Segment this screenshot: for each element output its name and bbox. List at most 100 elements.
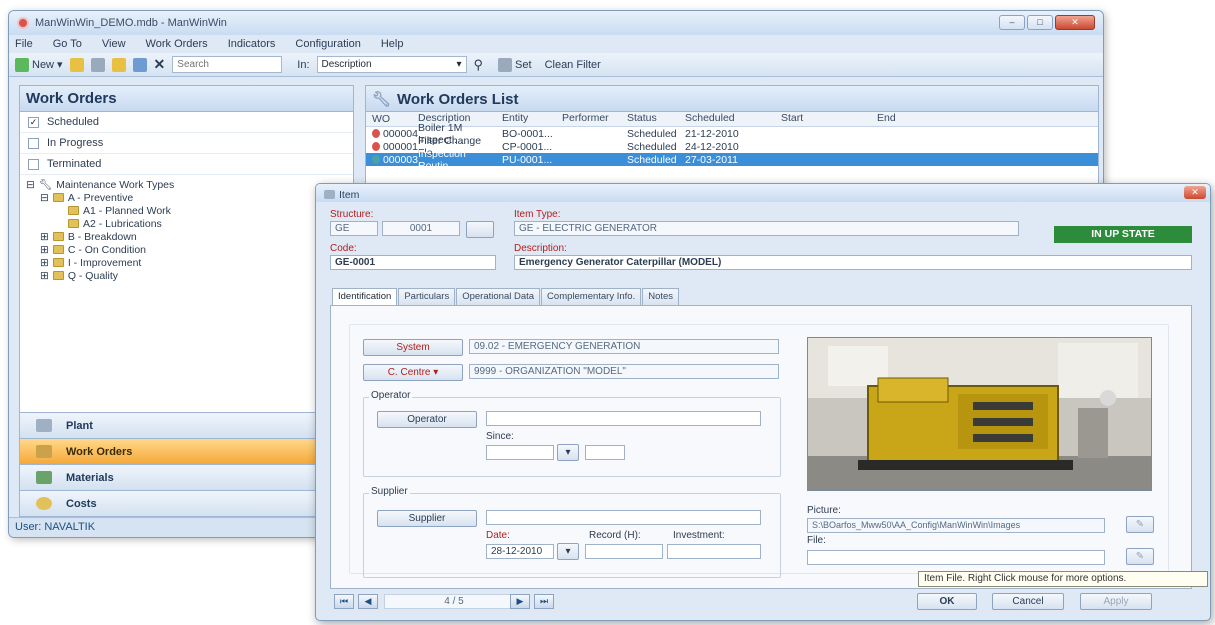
picture-path-field[interactable]: S:\BOarfos_Mww50\AA_Config\ManWinWin\Ima…: [807, 518, 1105, 533]
nav-buttons: Plant Work Orders Materials Costs: [20, 412, 353, 516]
structure-lookup-button[interactable]: [466, 221, 494, 238]
edit-icon[interactable]: [111, 57, 126, 72]
checkbox[interactable]: [28, 158, 39, 170]
structure-number-field[interactable]: 0001: [382, 221, 460, 236]
system-field[interactable]: 09.02 - EMERGENCY GENERATION: [469, 339, 779, 354]
checkbox-checked[interactable]: ✓: [28, 116, 39, 128]
collapse-icon[interactable]: ⊟: [26, 179, 35, 191]
open-folder-icon[interactable]: [69, 57, 84, 72]
apply-button[interactable]: Apply: [1080, 593, 1152, 610]
checkbox[interactable]: [28, 137, 39, 149]
item-type-field[interactable]: GE - ELECTRIC GENERATOR: [514, 221, 1019, 236]
search-icon[interactable]: ⚲: [474, 57, 484, 73]
collapse-icon[interactable]: ⊟: [40, 192, 49, 204]
tree-item[interactable]: ⊞ C - On Condition: [26, 243, 353, 256]
print-icon[interactable]: [90, 57, 105, 72]
filter-in-progress[interactable]: In Progress: [20, 133, 353, 154]
expand-icon[interactable]: ⊞: [40, 257, 49, 269]
table-row[interactable]: 000003 Inspection Routin... PU-0001... Sche…: [366, 148, 1098, 172]
copy-icon[interactable]: [132, 57, 147, 72]
tree-label: B - Breakdown: [67, 230, 137, 243]
col-wo[interactable]: WO: [366, 112, 418, 126]
file-field[interactable]: [807, 550, 1105, 565]
menu-configuration[interactable]: Configuration: [295, 38, 360, 50]
close-button[interactable]: ✕: [1055, 15, 1095, 30]
tab-notes[interactable]: Notes: [642, 288, 680, 305]
nav-work-orders[interactable]: Work Orders: [20, 438, 353, 464]
menu-goto[interactable]: Go To: [53, 38, 82, 50]
nav-costs[interactable]: Costs: [20, 490, 353, 516]
file-browse-button[interactable]: ✎: [1126, 548, 1154, 565]
nav-plant[interactable]: Plant: [20, 412, 353, 438]
delete-button[interactable]: ✕: [154, 56, 166, 73]
menu-indicators[interactable]: Indicators: [228, 38, 276, 50]
picture-browse-button[interactable]: ✎: [1126, 516, 1154, 533]
expand-icon[interactable]: ⊞: [40, 244, 49, 256]
expand-icon[interactable]: ⊞: [40, 270, 49, 282]
previous-record-button[interactable]: ◀: [358, 594, 378, 609]
menu-help[interactable]: Help: [381, 38, 404, 50]
file-label: File:: [807, 535, 826, 546]
supplier-date-dropdown[interactable]: ▾: [557, 543, 579, 560]
search-input[interactable]: [172, 56, 283, 73]
operator-field[interactable]: [486, 411, 761, 426]
filter-terminated[interactable]: Terminated: [20, 154, 353, 175]
structure-code-field[interactable]: GE: [330, 221, 378, 236]
menu-work-orders[interactable]: Work Orders: [146, 38, 208, 50]
tree-item[interactable]: ⊟ 🔧︎ Maintenance Work Types: [26, 178, 353, 192]
investment-field[interactable]: [667, 544, 761, 559]
menu-file[interactable]: File: [15, 38, 33, 50]
search-field-select[interactable]: Description ▾: [316, 56, 467, 73]
col-entity[interactable]: Entity: [502, 112, 562, 126]
dialog-tabs: Identification Particulars Operational D…: [332, 288, 680, 305]
nav-materials[interactable]: Materials: [20, 464, 353, 490]
since-date-field[interactable]: [486, 445, 554, 460]
tree-item[interactable]: A1 - Planned Work: [26, 204, 353, 217]
next-record-button[interactable]: ▶: [510, 594, 530, 609]
supplier-date-field[interactable]: 28-12-2010: [486, 544, 554, 559]
tab-particulars[interactable]: Particulars: [398, 288, 456, 305]
col-start[interactable]: Start: [781, 112, 877, 126]
col-scheduled[interactable]: Scheduled: [685, 112, 781, 126]
tree-item[interactable]: ⊞ Q - Quality: [26, 269, 353, 282]
minimize-button[interactable]: –: [999, 15, 1025, 30]
tree-item[interactable]: ⊟ A - Preventive: [26, 191, 353, 204]
menu-bar: File Go To View Work Orders Indicators C…: [9, 35, 1103, 53]
cost-centre-button[interactable]: C. Centre ▾: [363, 364, 463, 381]
date-dropdown-button[interactable]: ▾: [557, 444, 579, 461]
new-button[interactable]: New ▾: [15, 57, 63, 72]
record-field[interactable]: [585, 544, 663, 559]
set-button[interactable]: Set: [498, 57, 532, 72]
wrench-icon: 🔧︎: [38, 179, 53, 191]
operator-button[interactable]: Operator: [377, 411, 477, 428]
filter-scheduled[interactable]: ✓ Scheduled: [20, 112, 353, 133]
cancel-button[interactable]: Cancel: [992, 593, 1064, 610]
ok-button[interactable]: OK: [917, 593, 977, 610]
tree-item[interactable]: ⊞ I - Improvement: [26, 256, 353, 269]
folder-icon: [52, 193, 64, 202]
col-performer[interactable]: Performer: [562, 112, 627, 126]
col-end[interactable]: End: [877, 112, 957, 126]
since-time-field[interactable]: [585, 445, 625, 460]
tab-complementary-info[interactable]: Complementary Info.: [541, 288, 642, 305]
tab-operational-data[interactable]: Operational Data: [456, 288, 541, 305]
work-orders-panel: Work Orders ✓ Scheduled In Progress Termi…: [19, 85, 354, 517]
col-status[interactable]: Status: [627, 112, 685, 126]
supplier-field[interactable]: [486, 510, 761, 525]
code-field[interactable]: GE-0001: [330, 255, 496, 270]
tab-identification[interactable]: Identification: [332, 288, 398, 305]
maximize-button[interactable]: □: [1027, 15, 1053, 30]
description-field[interactable]: Emergency Generator Caterpillar (MODEL): [514, 255, 1192, 270]
first-record-button[interactable]: ⏮: [334, 594, 354, 609]
menu-view[interactable]: View: [102, 38, 126, 50]
supplier-button[interactable]: Supplier: [377, 510, 477, 527]
clean-filter-button[interactable]: Clean Filter: [545, 59, 601, 71]
system-button[interactable]: System: [363, 339, 463, 356]
tree-item[interactable]: ⊞ B - Breakdown: [26, 230, 353, 243]
tree-item[interactable]: A2 - Lubrications: [26, 217, 353, 230]
last-record-button[interactable]: ⏭: [534, 594, 554, 609]
expand-icon[interactable]: ⊞: [40, 231, 49, 243]
dialog-close-button[interactable]: ✕: [1184, 186, 1206, 199]
cost-centre-field[interactable]: 9999 - ORGANIZATION "MODEL": [469, 364, 779, 379]
folder-icon: [52, 258, 64, 267]
